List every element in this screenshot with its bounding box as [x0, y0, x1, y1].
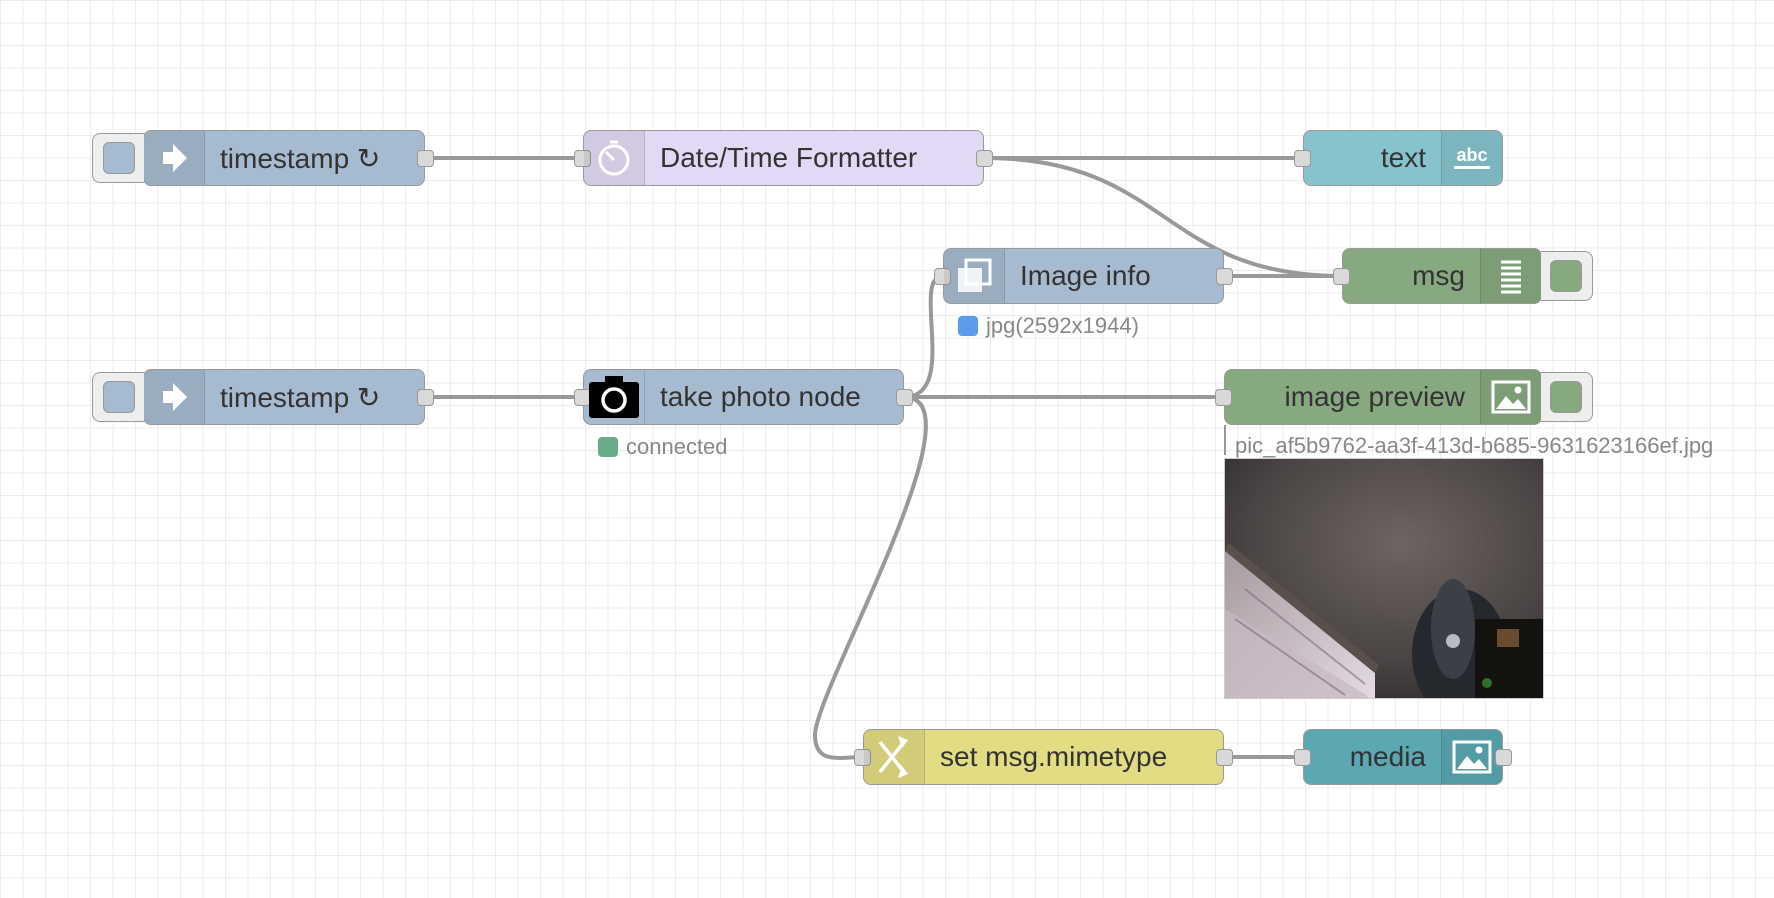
wire-camera-imageinfo [902, 274, 945, 399]
input-port[interactable] [1294, 748, 1311, 766]
image-icon [1441, 730, 1502, 784]
timer-icon [584, 131, 645, 185]
status-dot [598, 437, 618, 457]
output-port[interactable] [1216, 748, 1233, 766]
inject-trigger-button-2[interactable] [92, 372, 144, 422]
status-text: jpg(2592x1944) [986, 313, 1139, 338]
copy-icon [944, 249, 1005, 303]
node-label: text [1380, 142, 1426, 173]
camera-status: connected [598, 434, 728, 460]
output-port[interactable] [976, 149, 993, 167]
node-label: media [1349, 741, 1426, 772]
debug-toggle-button[interactable] [1541, 251, 1593, 301]
change-node[interactable]: set msg.mimetype [854, 729, 1233, 785]
output-port[interactable] [1495, 748, 1512, 766]
node-label: Date/Time Formatter [660, 142, 918, 173]
node-label: timestamp ↻ [220, 142, 381, 174]
datetime-formatter-node[interactable]: Date/Time Formatter [574, 130, 993, 186]
image-info-status: jpg(2592x1944) [958, 313, 1139, 339]
output-port[interactable] [417, 388, 434, 406]
inject-trigger-button-1[interactable] [92, 133, 144, 183]
wire-camera-change [812, 395, 928, 760]
preview-toggle-button[interactable] [1541, 372, 1593, 422]
camera-icon [584, 370, 645, 424]
node-label: set msg.mimetype [940, 741, 1168, 772]
text-node[interactable]: text abc [1294, 130, 1503, 186]
image-icon [1480, 370, 1541, 424]
debug-msg-node[interactable]: msg [1333, 248, 1593, 304]
node-label: msg [1412, 260, 1465, 291]
input-port[interactable] [1333, 267, 1350, 285]
output-port[interactable] [417, 149, 434, 167]
image-preview-node[interactable]: image preview [1215, 369, 1593, 425]
list-icon [1480, 249, 1541, 303]
take-photo-node[interactable]: take photo node [574, 369, 913, 425]
node-label: take photo node [660, 381, 861, 412]
preview-caption-marker [1224, 425, 1226, 455]
output-port[interactable] [896, 388, 913, 406]
input-port[interactable] [1215, 388, 1232, 406]
input-port[interactable] [1294, 149, 1311, 167]
image-info-node[interactable]: Image info [934, 248, 1233, 304]
arrow-in-icon [144, 131, 205, 185]
inject-node-2[interactable]: timestamp ↻ [92, 369, 434, 425]
media-node[interactable]: media [1294, 729, 1512, 785]
camera-photo-preview [1224, 458, 1544, 699]
arrow-in-icon [144, 370, 205, 424]
output-port[interactable] [1216, 267, 1233, 285]
node-label: image preview [1284, 381, 1465, 412]
shuffle-icon [864, 730, 925, 784]
inject-node-1[interactable]: timestamp ↻ [92, 130, 434, 186]
status-text: connected [626, 434, 728, 459]
preview-filename: pic_af5b9762-aa3f-413d-b685-9631623166ef… [1235, 433, 1714, 458]
status-dot [958, 316, 978, 336]
abc-icon: abc [1441, 131, 1502, 185]
node-label: Image info [1020, 260, 1151, 291]
node-label: timestamp ↻ [220, 381, 381, 413]
svg-text:abc: abc [1456, 145, 1487, 165]
